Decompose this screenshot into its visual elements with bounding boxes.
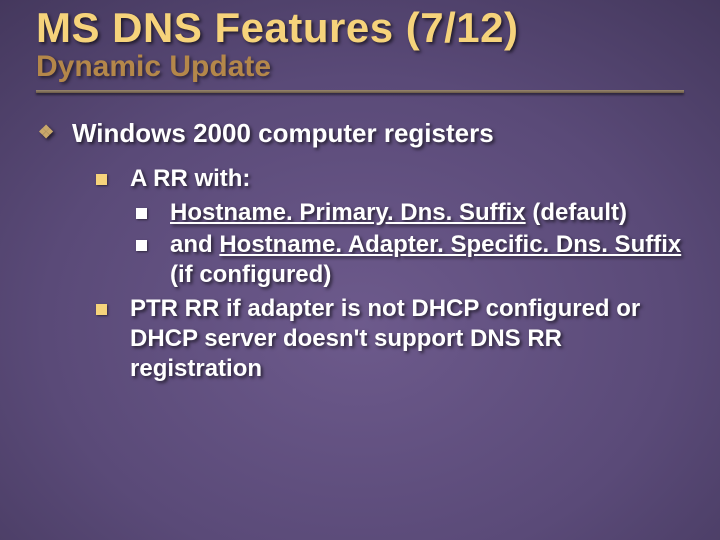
bullet-level3: and Hostname. Adapter. Specific. Dns. Su… <box>136 230 684 290</box>
slide-subtitle: Dynamic Update <box>36 50 684 84</box>
plain-text: (default) <box>526 199 627 226</box>
bullet-level2: A RR with: <box>96 164 684 194</box>
slide-title: MS DNS Features (7/12) <box>36 0 684 52</box>
level1-text: Windows 2000 computer registers <box>72 117 684 150</box>
level3-text: and Hostname. Adapter. Specific. Dns. Su… <box>170 230 684 290</box>
square-bullet-icon <box>96 294 130 322</box>
level2-text: A RR with: <box>130 164 684 194</box>
bullet-level1: ❖ Windows 2000 computer registers <box>36 117 684 150</box>
square-bullet-icon <box>136 230 170 258</box>
level2-text: PTR RR if adapter is not DHCP configured… <box>130 294 684 384</box>
divider <box>36 90 684 93</box>
bullet-level2: PTR RR if adapter is not DHCP configured… <box>96 294 684 384</box>
bullet-level3: Hostname. Primary. Dns. Suffix (default) <box>136 198 684 228</box>
slide: MS DNS Features (7/12) Dynamic Update ❖ … <box>0 0 720 540</box>
plain-text: (if configured) <box>170 261 331 288</box>
level3-text: Hostname. Primary. Dns. Suffix (default) <box>170 198 684 228</box>
plain-text: and <box>170 231 219 258</box>
square-bullet-icon <box>136 198 170 226</box>
content-area: ❖ Windows 2000 computer registers A RR w… <box>36 117 684 384</box>
underlined-text: Hostname. Adapter. Specific. Dns. Suffix <box>219 231 681 258</box>
square-bullet-icon <box>96 164 130 192</box>
diamond-bullet-icon: ❖ <box>36 117 72 147</box>
underlined-text: Hostname. Primary. Dns. Suffix <box>170 199 526 226</box>
